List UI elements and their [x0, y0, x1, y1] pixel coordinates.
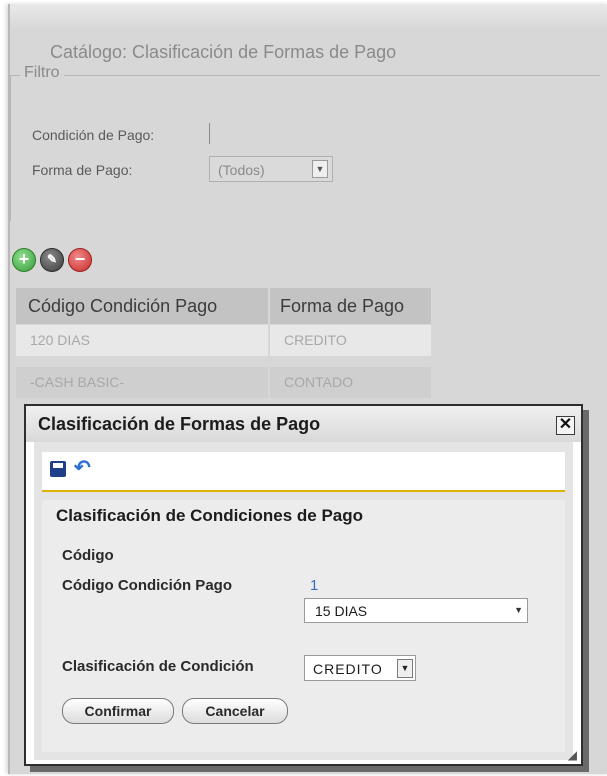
chevron-down-icon[interactable]: ▼: [312, 160, 328, 178]
condition-code-value[interactable]: 1: [310, 577, 318, 594]
condition-select[interactable]: 15 DIAS ▼: [304, 598, 528, 623]
table-cell[interactable]: CONTADO: [270, 367, 431, 398]
condition-select-value: 15 DIAS: [315, 603, 368, 619]
filter-fieldset: [10, 75, 600, 221]
delete-icon[interactable]: −: [68, 248, 92, 272]
resize-handle-icon[interactable]: ◢: [568, 748, 577, 762]
dialog-titlebar[interactable]: Clasificación de Formas de Pago ✕: [26, 406, 581, 442]
payment-form-label: Forma de Pago:: [32, 162, 133, 178]
code-label: Código: [62, 547, 114, 564]
filter-legend: Filtro: [20, 64, 64, 82]
column-header-condition-code[interactable]: Código Condición Pago: [16, 288, 268, 324]
add-icon[interactable]: +: [12, 248, 36, 272]
classification-label: Clasificación de Condición: [62, 658, 254, 675]
dialog-toolbar: ↶: [42, 452, 565, 492]
table-cell[interactable]: 120 DIAS: [16, 325, 268, 356]
close-icon[interactable]: ✕: [556, 416, 575, 435]
payment-form-select-value: (Todos): [218, 162, 265, 178]
table-cell[interactable]: CREDITO: [270, 325, 431, 356]
dialog-title: Clasificación de Formas de Pago: [38, 414, 321, 434]
chevron-down-icon[interactable]: ▼: [397, 659, 413, 678]
confirm-button[interactable]: Confirmar: [62, 698, 174, 724]
table-cell[interactable]: -CASH BASIC-: [16, 367, 268, 398]
edit-icon[interactable]: ✎: [40, 248, 64, 272]
save-icon[interactable]: [50, 461, 66, 477]
payment-form-select[interactable]: (Todos) ▼: [209, 156, 333, 182]
page-title: Catálogo: Clasificación de Formas de Pag…: [50, 42, 397, 62]
section-title: Clasificación de Condiciones de Pago: [56, 506, 364, 525]
undo-icon[interactable]: ↶: [74, 458, 91, 478]
cancel-button[interactable]: Cancelar: [182, 698, 288, 724]
condition-code-label: Código Condición Pago: [62, 577, 232, 594]
classification-select[interactable]: CREDITO ▼: [304, 655, 416, 681]
column-header-payment-form[interactable]: Forma de Pago: [270, 288, 431, 324]
classification-select-value: CREDITO: [313, 661, 383, 677]
condition-label: Condición de Pago:: [32, 127, 155, 143]
condition-input[interactable]: [209, 123, 600, 144]
window-titlebar: [10, 4, 607, 30]
chevron-down-icon[interactable]: ▼: [514, 605, 523, 615]
